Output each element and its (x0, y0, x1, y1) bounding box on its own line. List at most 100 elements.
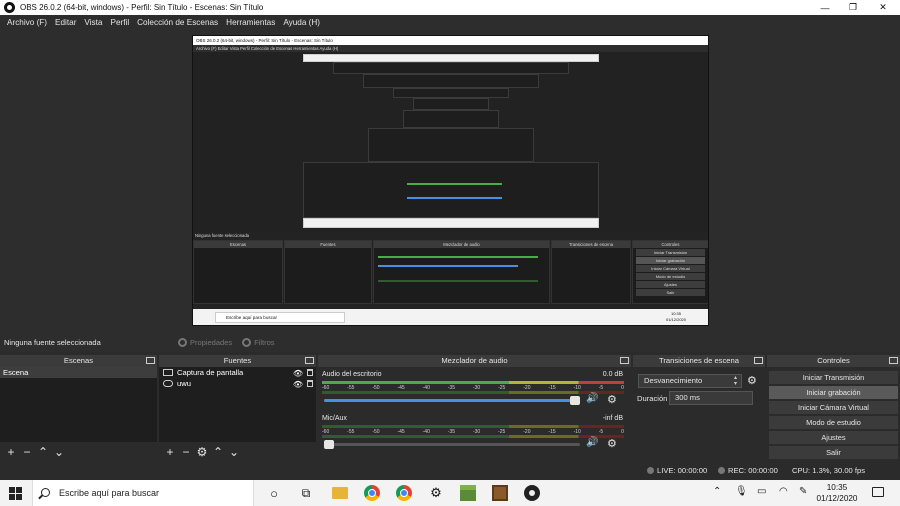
volume-slider[interactable] (324, 440, 580, 449)
nested-docks: Ninguna fuente seleccionada Escenas Fuen… (193, 232, 708, 309)
remove-scene-button[interactable]: − (19, 445, 35, 459)
battery-icon[interactable]: ▭ (757, 486, 766, 497)
move-source-down-button[interactable]: ⌄ (226, 445, 242, 459)
lock-icon[interactable] (307, 369, 313, 376)
wifi-icon[interactable]: ◠ (779, 486, 788, 497)
microphone-icon[interactable]: 🎙 (735, 486, 748, 497)
visibility-eye-icon[interactable]: 👁 (293, 379, 303, 390)
obs-taskbar-icon[interactable] (524, 485, 540, 501)
move-scene-down-button[interactable]: ⌄ (51, 445, 67, 459)
menu-herramientas[interactable]: Herramientas (222, 18, 279, 27)
menu-ayuda[interactable]: Ayuda (H) (279, 18, 324, 27)
mixer-body: Audio del escritorio 0.0 dB -60 -55 -50 -45… (318, 367, 631, 462)
start-streaming-button[interactable]: Iniciar Transmisión (769, 371, 898, 384)
add-source-button[interactable]: + (162, 445, 178, 459)
source-settings-button[interactable]: ⚙ (194, 445, 210, 459)
chrome-icon[interactable] (396, 485, 412, 501)
undock-icon[interactable] (754, 357, 763, 364)
mixer-dock-title: Mezclador de audio (441, 356, 508, 365)
settings-gear-icon[interactable]: ⚙ (428, 485, 444, 501)
add-scene-button[interactable]: + (3, 445, 19, 459)
chrome-icon[interactable] (364, 485, 380, 501)
volume-slider-knob[interactable] (570, 396, 580, 405)
cortana-icon[interactable]: ○ (266, 485, 282, 501)
speaker-icon[interactable]: 🔊 (586, 393, 598, 404)
source-label: Captura de pantalla (177, 368, 244, 377)
minecraft-launcher-icon[interactable] (492, 485, 508, 501)
transitions-body: Desvanecimiento ▴ ▾ ⚙ Duración 300 ms (633, 367, 765, 462)
menu-vista[interactable]: Vista (80, 18, 106, 27)
start-recording-button[interactable]: Iniciar grabación (769, 386, 898, 399)
taskbar-search[interactable]: Escribe aquí para buscar (32, 480, 254, 506)
move-scene-up-button[interactable]: ⌃ (35, 445, 51, 459)
taskbar-clock[interactable]: 10:35 01/12/2020 (812, 482, 862, 504)
sources-list[interactable]: Captura de pantalla 👁 uwu 👁 (159, 367, 316, 442)
volume-slider-knob[interactable] (324, 440, 334, 449)
gear-icon[interactable]: ⚙ (607, 437, 617, 450)
taskbar-search-placeholder: Escribe aquí para buscar (59, 488, 160, 498)
settings-button[interactable]: Ajustes (769, 431, 898, 444)
properties-label: Propiedades (190, 337, 233, 347)
duration-input[interactable]: 300 ms (669, 391, 753, 405)
properties-button[interactable]: Propiedades (178, 337, 233, 347)
source-item[interactable]: Captura de pantalla 👁 (159, 367, 316, 378)
gear-icon[interactable]: ⚙ (607, 393, 617, 406)
nested-mixer-meter-2 (378, 280, 538, 282)
windows-start-icon[interactable] (9, 487, 22, 500)
channel-db: -inf dB (602, 415, 623, 422)
filter-icon (242, 337, 252, 347)
sources-dock-title: Fuentes (223, 356, 252, 365)
title-bar: OBS 26.0.2 (64-bit, windows) - Perfil: S… (0, 0, 900, 15)
volume-slider[interactable] (324, 396, 580, 405)
transition-selected: Desvanecimiento (644, 376, 703, 385)
close-button[interactable]: ✕ (868, 0, 898, 15)
preview-canvas[interactable]: OBS 26.0.2 (64-bit, windows) - Perfil: S… (192, 35, 709, 326)
exit-button[interactable]: Salir (769, 446, 898, 459)
scene-item[interactable]: Escena (0, 367, 157, 378)
minecraft-icon[interactable] (460, 485, 476, 501)
mixer-channel-mic: Mic/Aux -inf dB -60 -55 -50 -45 -40 -35 -30 -25… (320, 415, 629, 455)
audio-mixer-dock: Mezclador de audio Audio del escritorio … (318, 355, 631, 462)
undock-icon[interactable] (146, 357, 155, 364)
show-hidden-icons-chevron-icon[interactable]: ⌃ (713, 486, 721, 497)
nested-meter (407, 183, 502, 185)
nested-btn-transmision: Iniciar Transmisión (636, 249, 705, 256)
undock-icon[interactable] (620, 357, 629, 364)
live-time: LIVE: 00:00:00 (657, 466, 708, 475)
transition-select[interactable]: Desvanecimiento ▴ ▾ (638, 374, 742, 388)
monitor-icon (163, 369, 173, 376)
undock-icon[interactable] (305, 357, 314, 364)
gear-icon (178, 337, 187, 347)
gear-icon[interactable]: ⚙ (747, 374, 757, 387)
volume-meter (322, 425, 624, 428)
file-explorer-icon[interactable] (332, 487, 348, 499)
lock-icon[interactable] (307, 380, 313, 387)
window-title: OBS 26.0.2 (64-bit, windows) - Perfil: S… (20, 3, 264, 12)
speaker-icon[interactable]: 🔊 (586, 437, 598, 448)
clock-time: 10:35 (826, 483, 848, 492)
nested-dock-scenes: Escenas (193, 240, 283, 304)
source-item[interactable]: uwu 👁 (159, 378, 316, 389)
start-virtual-camera-button[interactable]: Iniciar Cámara Virtual (769, 401, 898, 414)
scenes-list[interactable]: Escena (0, 367, 157, 442)
menu-coleccion-escenas[interactable]: Colección de Escenas (133, 18, 222, 27)
undock-icon[interactable] (889, 357, 898, 364)
scenes-dock-title: Escenas (63, 356, 94, 365)
pen-icon[interactable]: ✎ (799, 486, 807, 497)
move-source-up-button[interactable]: ⌃ (210, 445, 226, 459)
notifications-icon[interactable] (872, 487, 884, 497)
maximize-button[interactable]: ❐ (838, 0, 868, 15)
studio-mode-button[interactable]: Modo de estudio (769, 416, 898, 429)
minimize-button[interactable]: — (810, 0, 840, 15)
remove-source-button[interactable]: − (178, 445, 194, 459)
menu-archivo[interactable]: Archivo (F) (3, 18, 51, 27)
menu-bar: Archivo (F) Editar Vista Perfil Colecció… (0, 15, 900, 29)
search-icon (41, 488, 50, 497)
nested-window-level-7 (368, 128, 534, 162)
nested-menu-bar: Archivo (F) Editar Vista Perfil Colecció… (193, 45, 708, 52)
menu-perfil[interactable]: Perfil (106, 18, 133, 27)
scenes-dock-header: Escenas (0, 355, 157, 367)
filters-button[interactable]: Filtros (242, 337, 275, 347)
menu-editar[interactable]: Editar (51, 18, 80, 27)
task-view-icon[interactable]: ⧉ (298, 485, 314, 501)
